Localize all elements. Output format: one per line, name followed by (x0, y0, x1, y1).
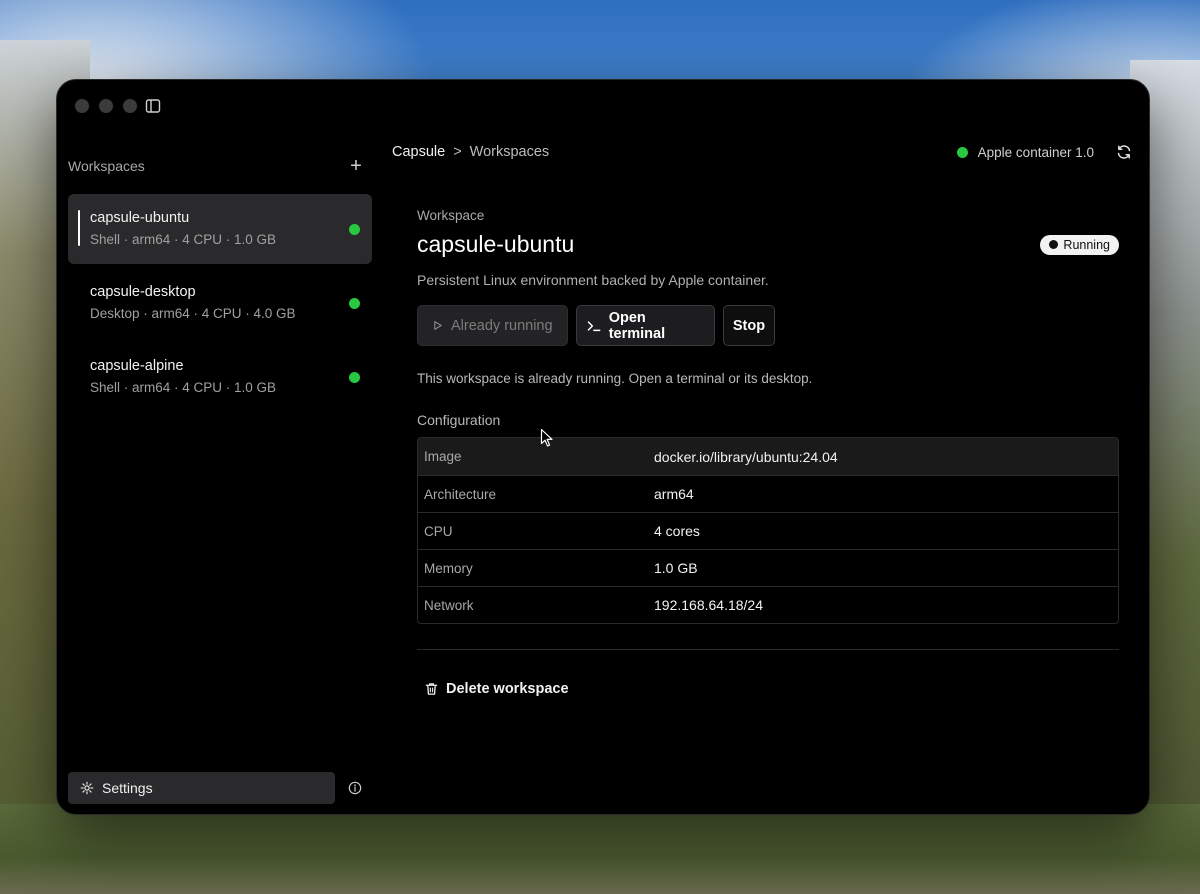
config-key: Memory (424, 560, 473, 576)
runtime-status: Apple container 1.0 (956, 144, 1132, 160)
section-kicker: Workspace (417, 208, 485, 223)
breadcrumb-current: Workspaces (469, 144, 550, 160)
delete-workspace-button[interactable]: Delete workspace (425, 681, 1119, 697)
config-value: 4 cores (654, 523, 700, 539)
refresh-icon[interactable] (1116, 144, 1132, 160)
open-terminal-label: Open terminal (608, 309, 666, 342)
settings-label: Settings (102, 780, 153, 796)
workspace-actions: Already running Open terminal Stop (417, 305, 1119, 346)
status-dot-running (349, 224, 360, 235)
terminal-icon (587, 320, 601, 331)
runtime-label: Apple container 1.0 (977, 144, 1094, 160)
workspace-item-name: capsule-ubuntu (90, 210, 190, 226)
sidebar-title: Workspaces (68, 158, 145, 174)
config-value: 192.168.64.18/24 (654, 597, 763, 613)
workspace-item-meta: Shell · arm64 · 4 CPU · 1.0 GB (90, 380, 277, 395)
config-value: docker.io/library/ubuntu:24.04 (654, 448, 838, 465)
table-row: CPU 4 cores (418, 512, 1118, 549)
section-divider (417, 649, 1119, 650)
status-badge-dot (1049, 240, 1059, 249)
status-dot-running (349, 298, 360, 309)
info-icon[interactable] (348, 781, 362, 795)
config-key: Image (424, 449, 462, 464)
workspace-item-capsule-ubuntu[interactable]: capsule-ubuntu Shell · arm64 · 4 CPU · 1… (68, 194, 372, 264)
already-running-button[interactable]: Already running (417, 305, 568, 346)
breadcrumb-root[interactable]: Capsule (392, 144, 445, 160)
config-key: Network (424, 597, 474, 613)
table-row: Architecture arm64 (418, 475, 1118, 512)
workspace-detail: Workspace capsule-ubuntu Running Persist… (417, 208, 1119, 697)
trash-icon (425, 683, 438, 695)
status-badge-label: Running (1063, 237, 1110, 252)
delete-workspace-label: Delete workspace (446, 681, 569, 697)
breadcrumb: Capsule > Workspaces (392, 144, 549, 160)
workspace-item-meta: Desktop · arm64 · 4 CPU · 4.0 GB (90, 306, 296, 321)
configuration-table: Image docker.io/library/ubuntu:24.04 Arc… (417, 437, 1119, 624)
config-key: Architecture (424, 486, 497, 502)
config-value: 1.0 GB (654, 560, 698, 576)
workspace-item-name: capsule-desktop (90, 284, 196, 300)
workspace-item-name: capsule-alpine (90, 358, 184, 374)
sidebar: Workspaces + capsule-ubuntu Shell · arm6… (57, 80, 382, 814)
table-row: Memory 1.0 GB (418, 549, 1118, 586)
workspace-title: capsule-ubuntu (417, 231, 575, 257)
wallpaper-valley (0, 804, 1200, 894)
mouse-cursor-icon (540, 428, 553, 447)
table-row: Network 192.168.64.18/24 (418, 586, 1118, 623)
status-badge: Running (1040, 234, 1119, 255)
gear-icon (80, 781, 94, 795)
already-running-label: Already running (451, 317, 553, 334)
table-row: Image docker.io/library/ubuntu:24.04 (418, 438, 1118, 475)
workspace-item-capsule-alpine[interactable]: capsule-alpine Shell · arm64 · 4 CPU · 1… (68, 342, 372, 412)
workspace-description: Persistent Linux environment backed by A… (417, 272, 769, 288)
app-window: Workspaces + capsule-ubuntu Shell · arm6… (56, 79, 1150, 815)
configuration-heading: Configuration (417, 412, 501, 428)
sidebar-header: Workspaces + (68, 156, 365, 176)
add-workspace-button[interactable]: + (347, 156, 365, 176)
breadcrumb-separator: > (453, 144, 462, 160)
open-terminal-button[interactable]: Open terminal (576, 305, 715, 346)
runtime-status-dot (956, 146, 968, 158)
stop-button[interactable]: Stop (723, 305, 775, 346)
workspace-item-capsule-desktop[interactable]: capsule-desktop Desktop · arm64 · 4 CPU … (68, 268, 372, 338)
settings-button[interactable]: Settings (68, 772, 335, 804)
play-icon (434, 321, 442, 330)
status-dot-running (349, 372, 360, 383)
workspace-list: capsule-ubuntu Shell · arm64 · 4 CPU · 1… (68, 194, 372, 416)
workspace-item-meta: Shell · arm64 · 4 CPU · 1.0 GB (90, 232, 277, 247)
config-key: CPU (424, 523, 453, 539)
topbar: Capsule > Workspaces Apple container 1.0 (392, 144, 1132, 164)
stop-label: Stop (732, 317, 766, 334)
workspace-hint: This workspace is already running. Open … (417, 371, 813, 386)
config-value: arm64 (654, 486, 694, 502)
title-row: capsule-ubuntu Running (417, 231, 1119, 258)
